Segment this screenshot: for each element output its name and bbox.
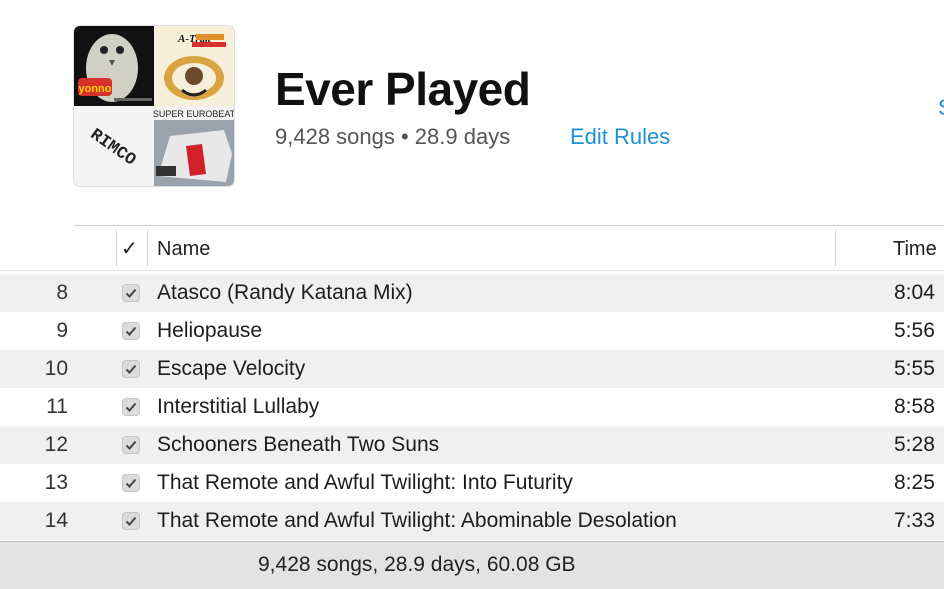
song-checkbox[interactable] (122, 474, 140, 492)
checkmark-icon (125, 364, 137, 374)
song-time: 7:33 (894, 509, 935, 532)
super-eurobeat-album-art: SUPER EUROBEAT (153, 106, 234, 186)
song-name: Escape Velocity (157, 357, 306, 380)
song-name: Schooners Beneath Two Suns (157, 433, 440, 456)
song-time: 8:04 (894, 281, 935, 304)
song-name: That Remote and Awful Twilight: Into Fut… (157, 471, 573, 494)
column-header-time[interactable]: Time (893, 228, 937, 270)
table-row[interactable]: 8 Atasco (Randy Katana Mix) 8:04 (0, 274, 944, 312)
truncated-link[interactable]: S (938, 95, 944, 121)
edit-rules-link[interactable]: Edit Rules (570, 124, 670, 150)
checkmark-icon (125, 326, 137, 336)
song-checkbox[interactable] (122, 398, 140, 416)
song-checkbox[interactable] (122, 512, 140, 530)
table-header-bottom-border (0, 270, 944, 271)
song-time: 5:28 (894, 433, 935, 456)
table-row[interactable]: 10 Escape Velocity 5:55 (0, 350, 944, 388)
column-divider[interactable] (116, 230, 117, 266)
header-divider (74, 225, 944, 226)
track-number: 11 (46, 395, 68, 418)
song-name: Interstitial Lullaby (157, 395, 320, 418)
owl-album-art: yonno (74, 26, 154, 106)
song-time: 5:55 (894, 357, 935, 380)
track-number: 9 (56, 319, 68, 342)
checkmark-icon (125, 516, 137, 526)
column-header-name[interactable]: Name (157, 228, 210, 270)
song-name: Heliopause (157, 319, 263, 342)
playlist-summary: 9,428 songs • 28.9 days (275, 124, 511, 149)
table-row[interactable]: 11 Interstitial Lullaby 8:58 (0, 388, 944, 426)
table-row[interactable]: 12 Schooners Beneath Two Suns 5:28 (0, 426, 944, 464)
checkmark-icon (125, 440, 137, 450)
song-name: That Remote and Awful Twilight: Abominab… (157, 509, 677, 532)
song-time: 5:56 (894, 319, 935, 342)
song-time: 8:58 (894, 395, 935, 418)
playlist-title: Ever Played (275, 63, 531, 115)
rimco-album-art: RIMCO (74, 106, 154, 186)
column-header-check[interactable]: ✓ (121, 228, 138, 270)
table-row[interactable]: 14 That Remote and Awful Twilight: Abomi… (0, 502, 944, 540)
song-name: Atasco (Randy Katana Mix) (157, 281, 413, 304)
library-stats: 9,428 songs, 28.9 days, 60.08 GB (258, 553, 576, 576)
song-checkbox[interactable] (122, 284, 140, 302)
track-number: 14 (44, 509, 68, 532)
column-divider[interactable] (835, 230, 836, 266)
song-list: 8 Atasco (Randy Katana Mix) 8:04 9 Helio… (0, 274, 944, 540)
playlist-artwork[interactable]: yonno A-Trak RIMCO SUPER EUROBEAT (74, 26, 234, 186)
song-time: 8:25 (894, 471, 935, 494)
track-number: 13 (44, 471, 68, 494)
track-number: 8 (56, 281, 68, 304)
song-checkbox[interactable] (122, 322, 140, 340)
table-row[interactable]: 13 That Remote and Awful Twilight: Into … (0, 464, 944, 502)
track-number: 10 (44, 357, 68, 380)
svg-text:yonno: yonno (79, 83, 112, 95)
song-checkbox[interactable] (122, 360, 140, 378)
column-divider[interactable] (147, 230, 148, 266)
status-bar: 9,428 songs, 28.9 days, 60.08 GB (0, 541, 944, 589)
track-number: 12 (44, 433, 68, 456)
checkmark-icon (125, 288, 137, 298)
svg-text:SUPER EUROBEAT: SUPER EUROBEAT (153, 109, 234, 119)
checkmark-icon (125, 402, 137, 412)
a-trak-album-art: A-Trak (154, 26, 234, 106)
song-checkbox[interactable] (122, 436, 140, 454)
table-row[interactable]: 9 Heliopause 5:56 (0, 312, 944, 350)
checkmark-icon (125, 478, 137, 488)
